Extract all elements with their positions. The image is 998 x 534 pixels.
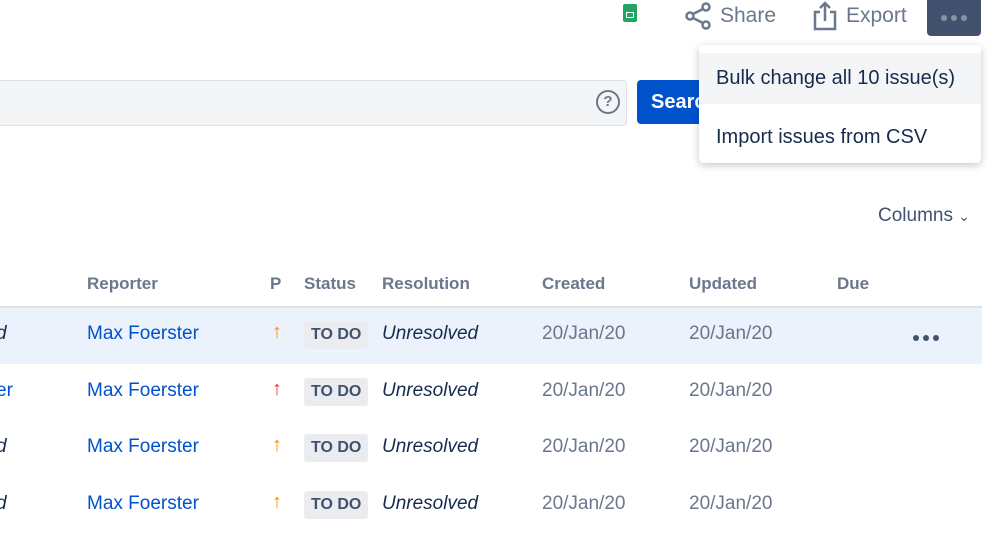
header-updated[interactable]: Updated [689, 274, 757, 294]
share-label: Share [720, 4, 777, 27]
status-lozenge: TO DO [304, 490, 369, 519]
menu-item-bulk-change[interactable]: Bulk change all 10 issue(s) [699, 53, 981, 104]
header-resolution[interactable]: Resolution [382, 274, 470, 294]
updated-cell: 20/Jan/20 [689, 436, 773, 457]
created-cell: 20/Jan/20 [542, 379, 626, 401]
header-priority[interactable]: P [270, 274, 281, 294]
priority-arrow-up-icon: ↑ [272, 321, 282, 343]
previous-column-cell: d [0, 323, 7, 345]
share-icon [685, 2, 711, 30]
priority-arrow-up-icon: ↑ [272, 490, 282, 513]
priority-arrow-up-icon: ↑ [272, 377, 282, 400]
priority-arrow-up-icon: ↑ [272, 434, 282, 456]
previous-column-cell: d [0, 436, 7, 458]
resolution-cell: Unresolved [382, 492, 479, 514]
resolution-cell: Unresolved [382, 379, 479, 401]
header-reporter[interactable]: Reporter [87, 274, 158, 294]
previous-column-cell[interactable]: er [0, 380, 13, 402]
reporter-link[interactable]: Max Foerster [87, 436, 199, 458]
share-button[interactable]: Share [684, 2, 776, 30]
more-actions-button[interactable] [927, 0, 981, 36]
reporter-link[interactable]: Max Foerster [87, 493, 199, 515]
previous-column-cell: d [0, 493, 7, 515]
reporter-link[interactable]: Max Foerster [87, 323, 199, 345]
help-icon[interactable]: ? [596, 90, 620, 114]
updated-cell: 20/Jan/20 [689, 323, 773, 344]
table-row[interactable]: er Max Foerster ↑ TO DO Unresolved 20/Ja… [0, 365, 982, 421]
table-row[interactable]: d Max Foerster ↑ TO DO Unresolved 20/Jan… [0, 478, 982, 534]
export-label: Export [846, 4, 907, 27]
created-cell: 20/Jan/20 [542, 436, 626, 457]
updated-cell: 20/Jan/20 [689, 379, 773, 401]
status-lozenge: TO DO [304, 434, 369, 462]
more-actions-dropdown: Bulk change all 10 issue(s) Import issue… [699, 45, 981, 163]
status-lozenge: TO DO [304, 321, 369, 349]
menu-item-import-csv[interactable]: Import issues from CSV [699, 112, 981, 163]
created-cell: 20/Jan/20 [542, 323, 626, 344]
export-icon [813, 1, 837, 31]
status-lozenge: TO DO [304, 377, 369, 406]
header-created[interactable]: Created [542, 274, 605, 294]
created-cell: 20/Jan/20 [542, 492, 626, 514]
chevron-down-icon: ⌄ [958, 208, 970, 224]
resolution-cell: Unresolved [382, 323, 479, 344]
header-status[interactable]: Status [304, 274, 356, 294]
resolution-cell: Unresolved [382, 436, 479, 457]
header-due[interactable]: Due [837, 274, 869, 294]
row-actions-icon[interactable] [913, 335, 939, 341]
table-row[interactable]: d Max Foerster ↑ TO DO Unresolved 20/Jan… [0, 421, 982, 477]
reporter-link[interactable]: Max Foerster [87, 380, 199, 402]
jql-search-input[interactable] [0, 80, 627, 126]
columns-label: Columns [878, 205, 953, 226]
table-row[interactable]: d Max Foerster ↑ TO DO Unresolved 20/Jan… [0, 308, 982, 364]
export-button[interactable]: Export [812, 1, 907, 31]
google-sheets-icon[interactable] [623, 4, 637, 22]
columns-button[interactable]: Columns ⌄ [878, 205, 970, 227]
updated-cell: 20/Jan/20 [689, 492, 773, 514]
